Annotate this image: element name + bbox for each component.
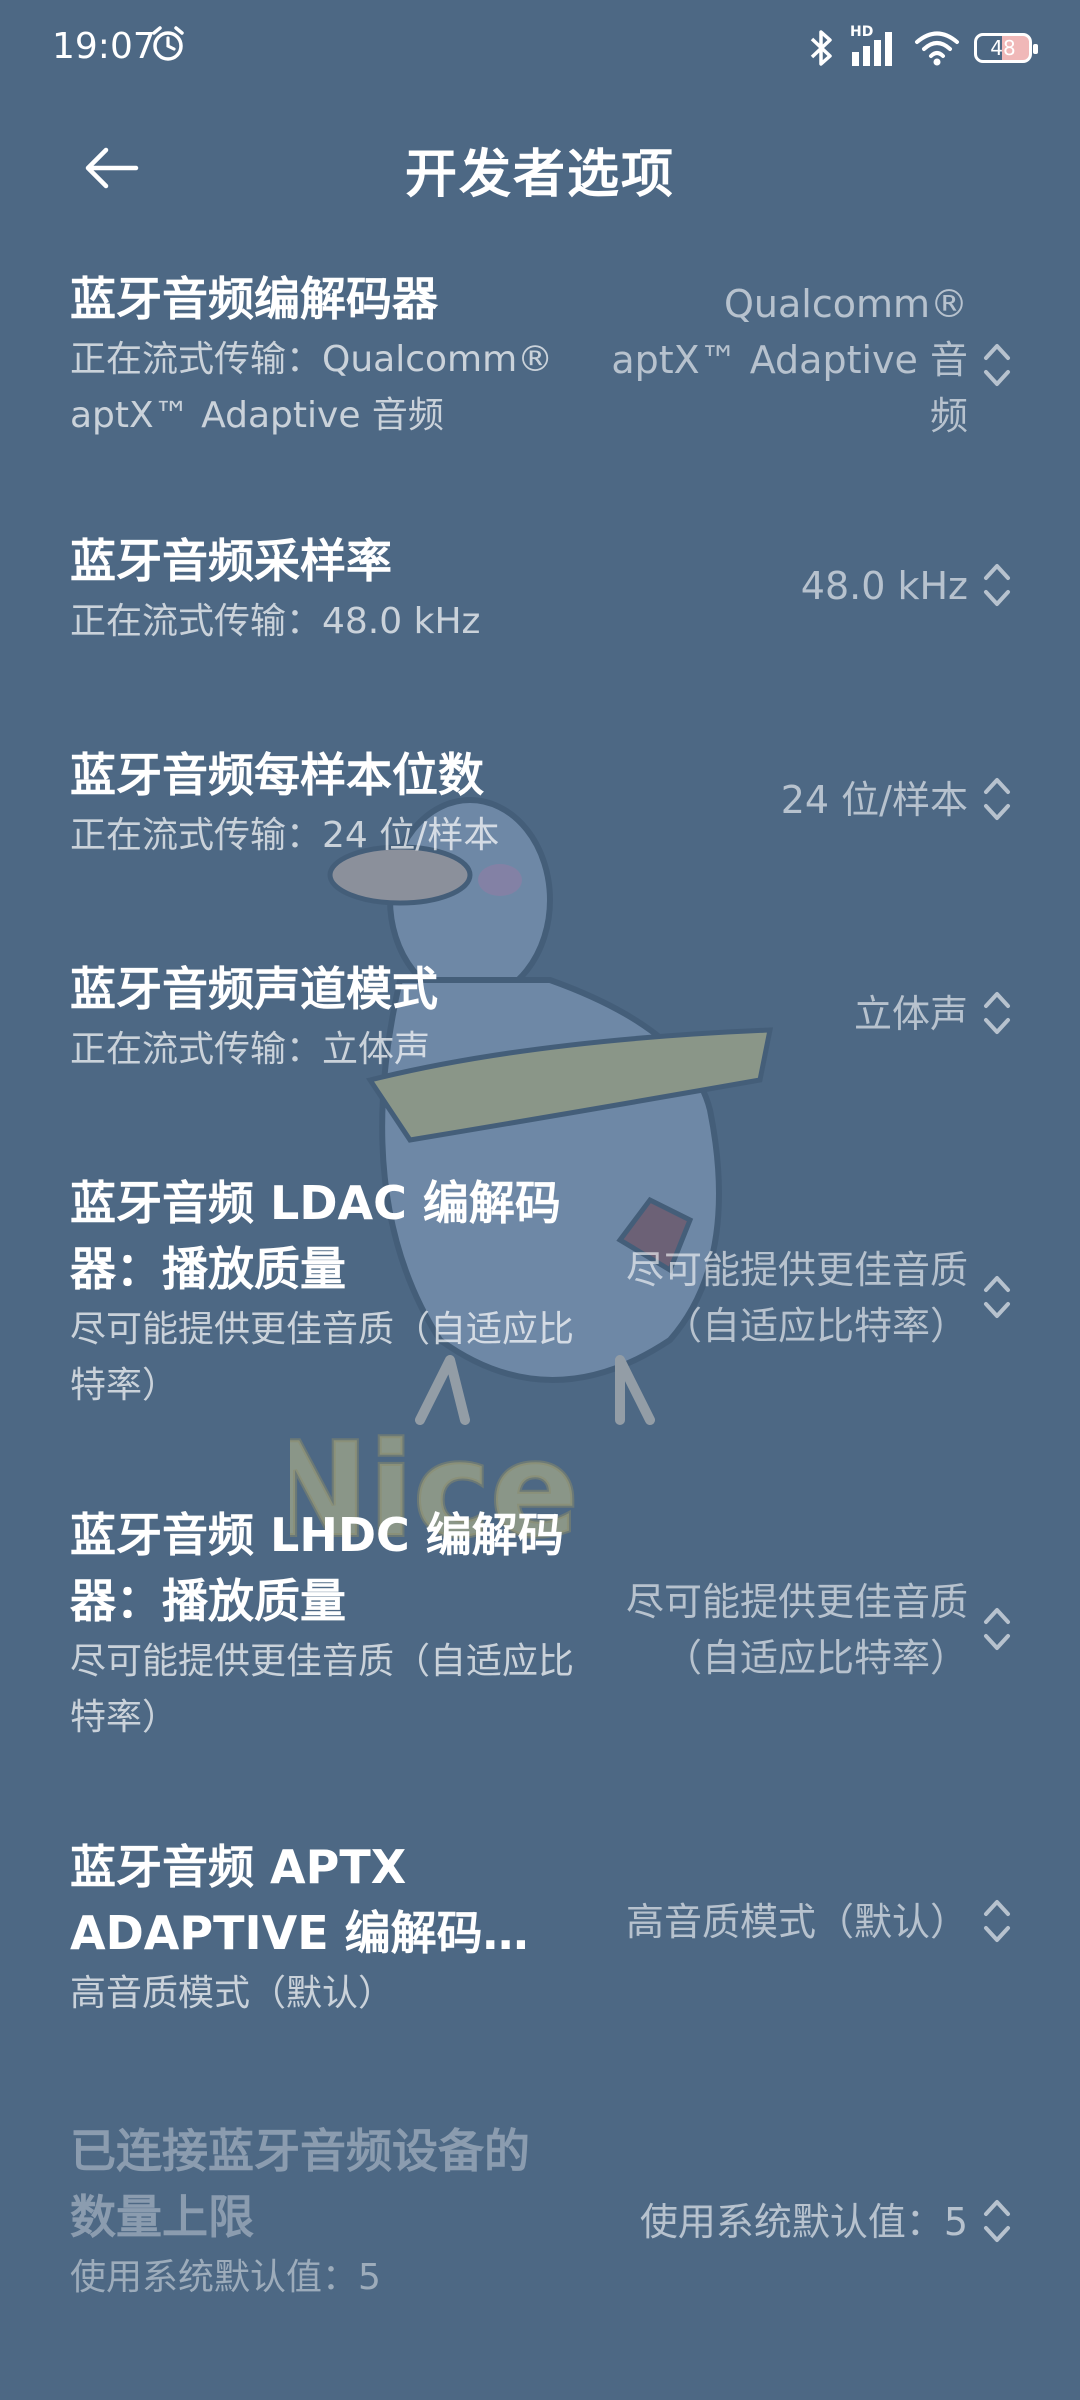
chevron-up-down-icon	[984, 1900, 1010, 1942]
setting-bluetooth-ldac-quality[interactable]: 蓝牙音频 LDAC 编解码器：播放质量 尽可能提供更佳音质（自适应比特率） 尽可…	[0, 1170, 1080, 1430]
chevron-up-down-icon	[984, 1608, 1010, 1650]
setting-bluetooth-codec[interactable]: 蓝牙音频编解码器 正在流式传输：Qualcomm® aptX™ Adaptive…	[0, 266, 1080, 486]
setting-title: 蓝牙音频每样本位数	[70, 748, 484, 802]
setting-summary: 正在流式传输：48.0 kHz	[70, 601, 481, 642]
setting-bluetooth-bits-per-sample[interactable]: 蓝牙音频每样本位数 正在流式传输：24 位/样本 24 位/样本	[0, 742, 1080, 882]
setting-bluetooth-aptx-adaptive-mode[interactable]: 蓝牙音频 APTX ADAPTIVE 编解码… 高音质模式（默认） 高音质模式（…	[0, 1834, 1080, 2034]
battery-icon: 48	[974, 33, 1038, 63]
setting-title: 蓝牙音频声道模式	[70, 962, 438, 1016]
setting-value: Qualcomm® aptX™ Adaptive 音频	[611, 282, 968, 438]
setting-title: 蓝牙音频采样率	[70, 534, 392, 588]
page-title: 开发者选项	[404, 145, 675, 205]
chevron-up-down-icon	[984, 992, 1010, 1034]
setting-summary: 尽可能提供更佳音质（自适应比特率）	[70, 1641, 575, 1738]
setting-bluetooth-lhdc-quality[interactable]: 蓝牙音频 LHDC 编解码器：播放质量 尽可能提供更佳音质（自适应比特率） 尽可…	[0, 1502, 1080, 1762]
bluetooth-icon	[810, 30, 832, 66]
setting-bluetooth-sample-rate[interactable]: 蓝牙音频采样率 正在流式传输：48.0 kHz 48.0 kHz	[0, 528, 1080, 668]
setting-value: 尽可能提供更佳音质（自适应比特率）	[625, 1580, 968, 1680]
wifi-icon	[915, 31, 959, 66]
setting-value: 立体声	[853, 992, 968, 1036]
setting-summary: 正在流式传输：立体声	[70, 1029, 431, 1070]
setting-title: 蓝牙音频编解码器	[70, 272, 438, 326]
setting-value: 高音质模式（默认）	[625, 1900, 968, 1944]
app-bar: 开发者选项	[0, 110, 1080, 250]
battery-level: 48	[990, 36, 1016, 60]
setting-bluetooth-channel-mode[interactable]: 蓝牙音频声道模式 正在流式传输：立体声 立体声	[0, 956, 1080, 1096]
setting-summary: 正在流式传输：24 位/样本	[70, 815, 500, 856]
setting-summary: 正在流式传输：Qualcomm® aptX™ Adaptive 音频	[70, 339, 554, 436]
setting-summary: 尽可能提供更佳音质（自适应比特率）	[70, 1309, 575, 1406]
chevron-up-down-icon	[984, 2200, 1010, 2242]
setting-title: 蓝牙音频 LDAC 编解码器：播放质量	[70, 1176, 561, 1296]
setting-value: 使用系统默认值：5	[639, 2200, 968, 2244]
setting-title: 已连接蓝牙音频设备的数量上限	[70, 2124, 530, 2244]
status-bar: 19:07 HD 48	[0, 0, 1080, 110]
setting-summary: 使用系统默认值：5	[70, 2257, 381, 2298]
chevron-up-down-icon	[984, 1276, 1010, 1318]
setting-max-connected-audio-devices[interactable]: 已连接蓝牙音频设备的数量上限 使用系统默认值：5 使用系统默认值：5	[0, 2118, 1080, 2318]
chevron-up-down-icon	[984, 344, 1010, 386]
setting-value: 尽可能提供更佳音质（自适应比特率）	[625, 1248, 968, 1348]
cellular-signal-icon: HD	[850, 24, 900, 68]
chevron-up-down-icon	[984, 564, 1010, 606]
setting-title: 蓝牙音频 LHDC 编解码器：播放质量	[70, 1508, 564, 1628]
status-icons: HD 48	[806, 24, 1038, 72]
chevron-up-down-icon	[984, 778, 1010, 820]
status-time: 19:07	[52, 26, 156, 67]
setting-value: 48.0 kHz	[800, 564, 968, 608]
setting-summary: 高音质模式（默认）	[70, 1973, 395, 2014]
setting-title: 蓝牙音频 APTX ADAPTIVE 编解码…	[70, 1840, 529, 1960]
alarm-clock-icon	[152, 26, 184, 61]
setting-value: 24 位/样本	[780, 778, 968, 822]
